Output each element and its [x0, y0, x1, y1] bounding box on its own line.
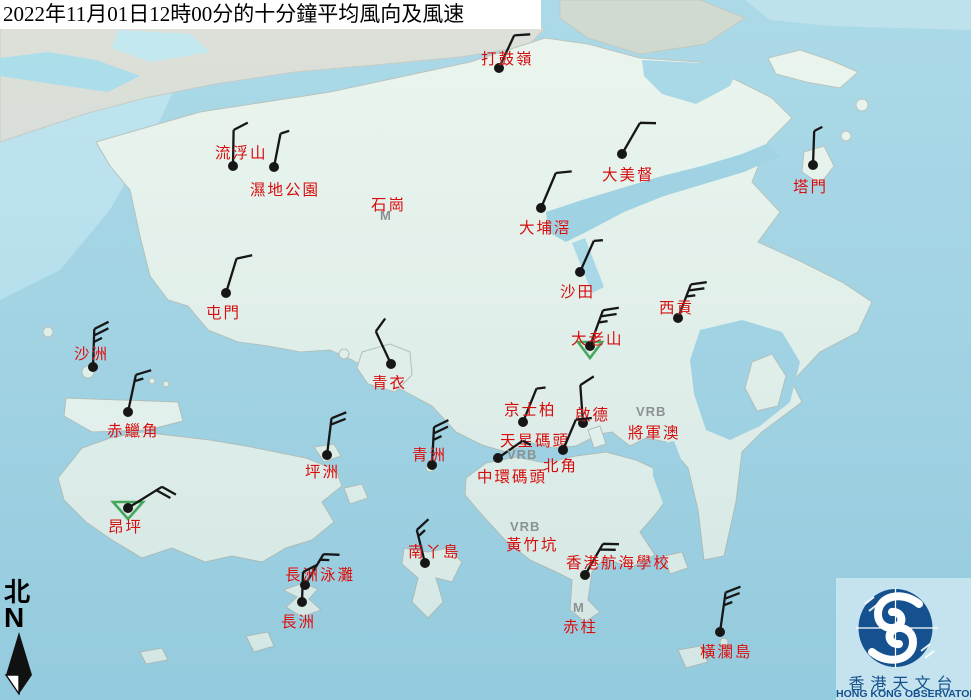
hko-name-english: HONG KONG OBSERVATORY [836, 688, 971, 700]
station-label-sha-tin: 沙田 [560, 280, 595, 302]
station-dot [269, 162, 279, 172]
wind-barb-tuen-mun [176, 243, 276, 343]
station-dot [297, 597, 307, 607]
compass-north-letter: N [4, 606, 42, 630]
station-label-tsing-yi: 青衣 [372, 371, 407, 393]
wind-barb-stem [128, 370, 151, 412]
station-label-tap-mun: 塔門 [793, 175, 828, 197]
wind-barb-stem [274, 131, 289, 167]
wind-barb-tai-mei-tuk [572, 104, 672, 204]
station-label-tseung-kwan-o: 將軍澳 [628, 421, 681, 443]
station-label-kings-park: 京士柏 [504, 398, 557, 420]
vrb-marker-central-pier: VRB [507, 447, 537, 462]
station-dot [221, 288, 231, 298]
station-dot [617, 149, 627, 159]
wind-barb-stem [226, 255, 252, 293]
station-dot [123, 503, 133, 513]
compass-needle-icon [4, 631, 34, 695]
wind-barb-stem [580, 240, 603, 272]
wind-barb-stem [541, 171, 572, 208]
wind-barb-green-island [382, 415, 482, 515]
station-label-ta-kwu-ling: 打鼓嶺 [481, 47, 534, 69]
station-label-hk-sea-school: 香港航海學校 [566, 551, 671, 573]
wind-barb-tai-po-kau [491, 158, 591, 258]
station-label-sha-chau: 沙洲 [74, 342, 109, 364]
station-dot [322, 450, 332, 460]
vrb-marker-wong-chuk-hang: VRB [510, 519, 540, 534]
station-label-tates-cairn: 大老山 [571, 327, 624, 349]
station-dot [536, 203, 546, 213]
weather-wind-map: 打鼓嶺流浮山濕地公園石崗M大美督塔門大埔滘沙田屯門沙洲西貢大老山青衣赤鱲角京士柏… [0, 0, 971, 700]
wind-barb-stem [327, 412, 346, 455]
station-dot [493, 453, 503, 463]
station-label-ngong-ping: 昂坪 [108, 515, 143, 537]
hko-logo: 香港天文台 HONG KONG OBSERVATORY [836, 578, 971, 700]
station-label-lau-fau-shan: 流浮山 [215, 141, 268, 163]
station-label-waglan-island: 橫瀾島 [700, 640, 753, 662]
wind-barb-stem [720, 587, 741, 632]
stations-layer: 打鼓嶺流浮山濕地公園石崗M大美督塔門大埔滘沙田屯門沙洲西貢大老山青衣赤鱲角京士柏… [0, 0, 971, 700]
wind-barb-lau-fau-shan [183, 116, 283, 216]
m-marker-shek-kong: M [380, 208, 392, 223]
station-label-north-point: 北角 [543, 454, 578, 476]
station-label-peng-chau: 坪洲 [305, 460, 340, 482]
station-dot [123, 407, 133, 417]
station-dot [808, 160, 818, 170]
wind-barb-stem [376, 319, 391, 365]
vrb-marker-tseung-kwan-o: VRB [636, 404, 666, 419]
station-label-lamma-island: 南丫島 [408, 540, 461, 562]
station-label-chek-lap-kok: 赤鱲角 [107, 419, 160, 441]
station-label-stanley: 赤柱 [563, 615, 598, 637]
wind-barb-lamma-island [375, 513, 475, 613]
wind-barb-wetland-park [224, 117, 324, 217]
station-dot [575, 267, 585, 277]
station-dot [386, 359, 396, 369]
station-label-wetland-park: 濕地公園 [250, 178, 320, 200]
station-dot [715, 627, 725, 637]
wind-barb-tap-mun [763, 115, 863, 215]
m-marker-stanley: M [573, 600, 585, 615]
station-label-tuen-mun: 屯門 [206, 301, 241, 323]
map-title: 2022年11月01日12時00分的十分鐘平均風向及風速 [3, 2, 464, 26]
station-label-kai-tak: 啟德 [575, 403, 610, 425]
wind-barb-sha-chau [43, 317, 143, 417]
wind-barb-stem [813, 127, 822, 165]
wind-barb-stem [622, 123, 656, 154]
station-label-tai-po-kau: 大埔滘 [519, 216, 572, 238]
station-label-tai-mei-tuk: 大美督 [602, 163, 655, 185]
north-compass: 北 N [2, 580, 42, 695]
wind-barb-chek-lap-kok [78, 362, 178, 462]
title-bar: 2022年11月01日12時00分的十分鐘平均風向及風速 [0, 0, 541, 29]
wind-barb-peng-chau [277, 405, 377, 505]
station-label-cheung-chau-beach: 長洲泳灘 [285, 563, 355, 585]
wind-barb-sai-kung [628, 268, 728, 368]
wind-barb-ngong-ping [78, 458, 178, 558]
hko-emblem-icon [836, 578, 971, 670]
station-label-central-pier: 中環碼頭 [477, 465, 547, 487]
wind-barb-tsing-yi [341, 314, 441, 414]
station-label-wong-chuk-hang: 黃竹坑 [506, 533, 559, 555]
station-label-sai-kung: 西貢 [659, 296, 694, 318]
station-label-green-island: 青洲 [412, 443, 447, 465]
wind-barb-stem [128, 487, 176, 508]
station-label-cheung-chau: 長洲 [281, 610, 316, 632]
wind-barb-waglan-island [670, 582, 770, 682]
